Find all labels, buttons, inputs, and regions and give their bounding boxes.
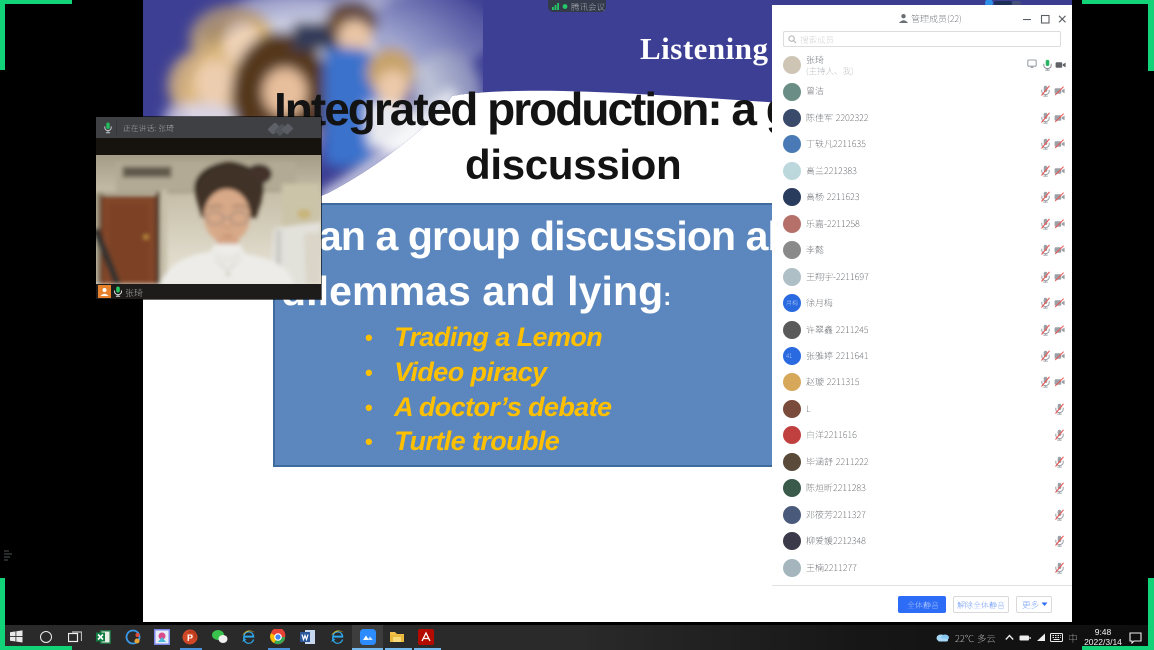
svg-text:P: P bbox=[187, 633, 193, 643]
